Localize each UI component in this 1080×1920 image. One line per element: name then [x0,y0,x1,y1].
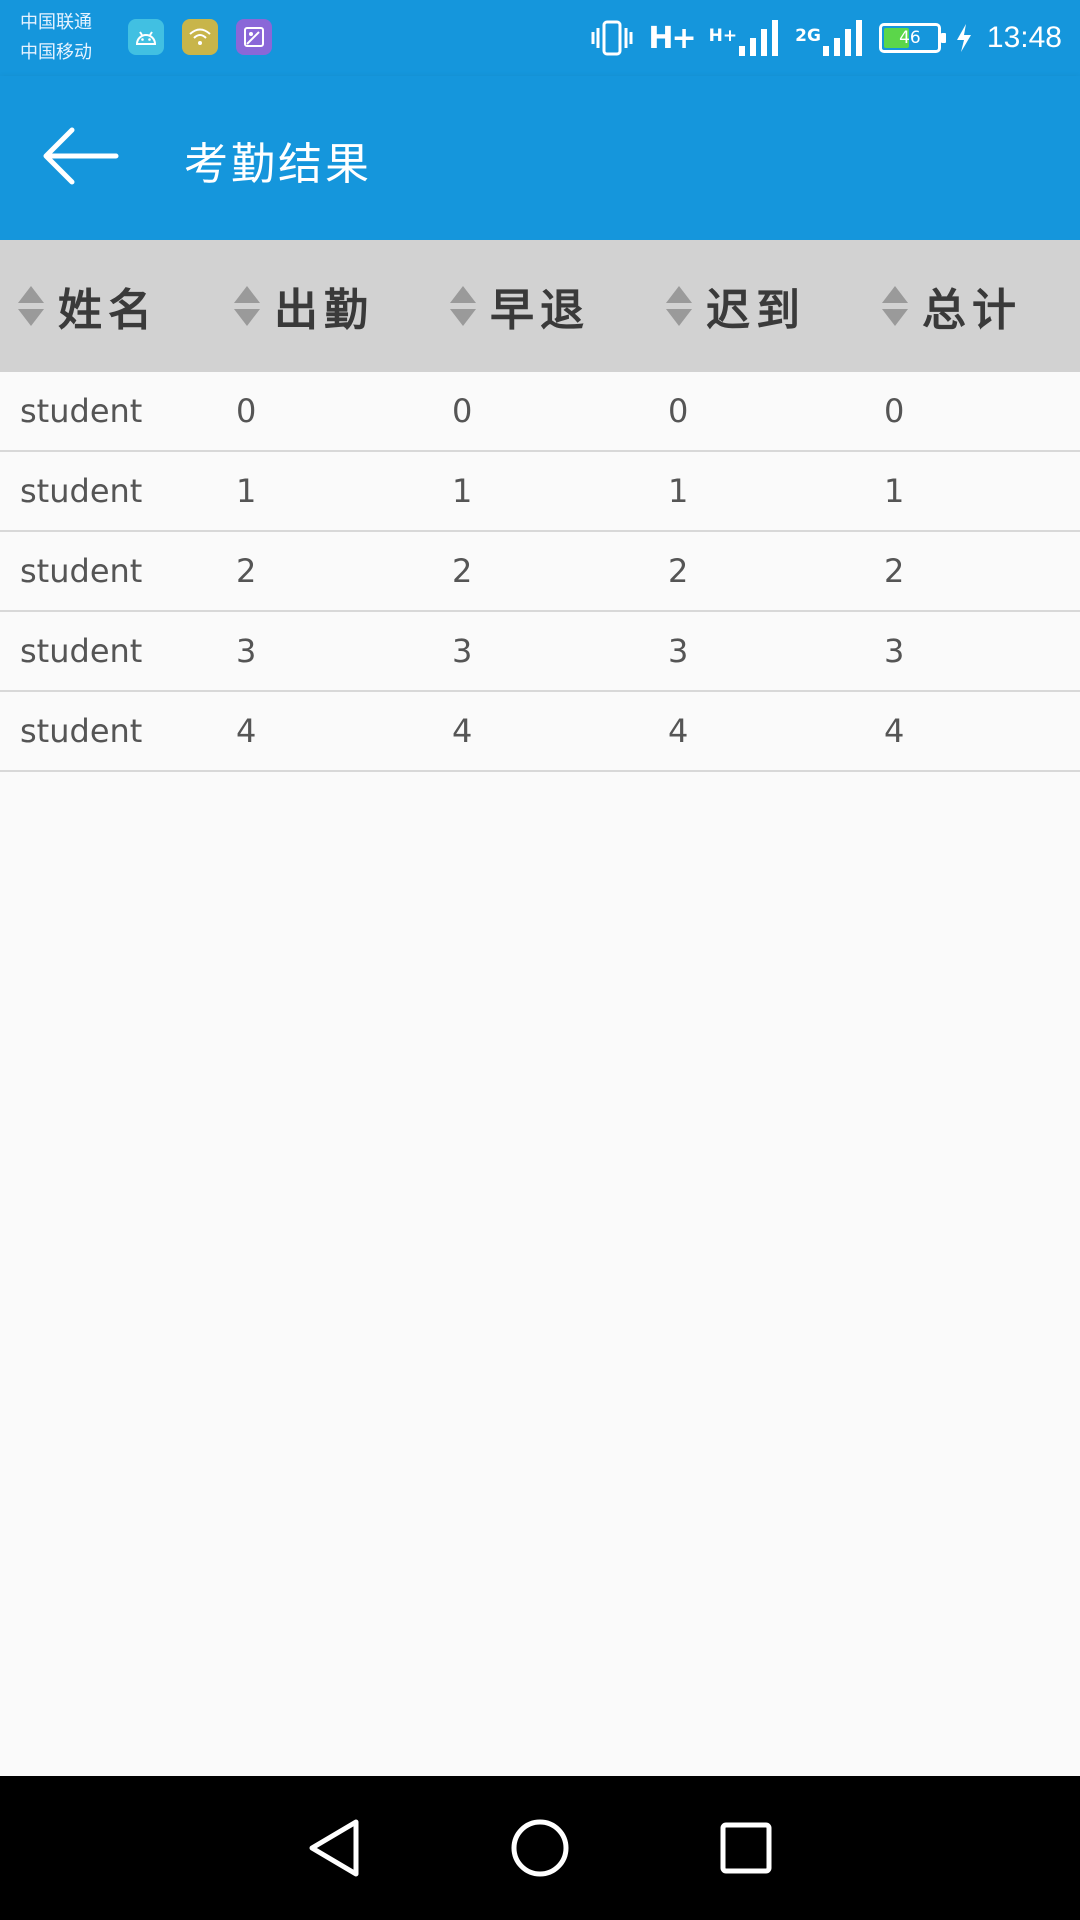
navigation-bar [0,1776,1080,1920]
cell-name: student [20,472,143,510]
wifi-icon [182,19,218,55]
cell-early-leave: 1 [452,472,473,510]
back-button[interactable] [30,114,130,198]
carrier-labels: 中国联通 中国移动 [20,8,92,68]
charging-icon [956,24,971,52]
cell-total: 4 [884,712,905,750]
android-icon [128,19,164,55]
column-header-early-leave[interactable]: 早退 [432,240,648,372]
status-bar: 中国联通 中国移动 H+ H+ 2G 46 13:48 [0,0,1080,76]
cell-name: student [20,552,143,590]
cell-total: 2 [884,552,905,590]
signal-strength-icon-2 [822,20,862,56]
cell-total: 1 [884,472,905,510]
carrier-1: 中国联通 [20,12,92,33]
cell-attendance: 3 [236,632,257,670]
cell-attendance: 1 [236,472,257,510]
column-header-name[interactable]: 姓名 [0,240,216,372]
cell-total: 0 [884,392,905,430]
sort-icon [450,286,476,326]
circle-home-icon [511,1819,569,1877]
column-header-label: 出勤 [274,285,374,336]
table-row[interactable]: student 1 1 1 1 [0,452,1080,532]
table-row[interactable]: student 2 2 2 2 [0,532,1080,612]
cell-early-leave: 3 [452,632,473,670]
battery-icon: 46 [878,23,946,53]
status-right: H+ H+ 2G 46 13:48 [590,12,1062,64]
notification-icons [128,19,272,55]
cell-attendance: 2 [236,552,257,590]
square-recents-icon [720,1822,772,1874]
column-header-label: 总计 [922,285,1022,336]
clock: 13:48 [986,21,1062,54]
cell-early-leave: 4 [452,712,473,750]
cell-early-leave: 2 [452,552,473,590]
sort-icon [882,286,908,326]
signal-1: H+ [709,18,781,58]
signal-2: 2G [795,18,865,58]
table-row[interactable]: student 0 0 0 0 [0,372,1080,452]
sort-icon [666,286,692,326]
battery-level: 46 [899,28,921,48]
cell-name: student [20,392,143,430]
network-type-3: 2G [795,26,821,46]
screen: 中国联通 中国移动 H+ H+ 2G 46 13:48 考勤结果 姓名 出勤 早… [0,0,1080,1920]
triangle-back-icon [309,1819,359,1877]
column-header-label: 早退 [490,285,590,336]
vibrate-icon [591,20,633,56]
cell-attendance: 4 [236,712,257,750]
cell-late: 0 [668,392,689,430]
nav-recents-button[interactable] [714,1816,778,1880]
nav-home-button[interactable] [508,1816,572,1880]
gallery-icon [236,19,272,55]
cell-total: 3 [884,632,905,670]
carrier-2: 中国移动 [20,42,92,63]
cell-attendance: 0 [236,392,257,430]
arrow-left-icon [43,127,119,185]
table-row[interactable]: student 3 3 3 3 [0,612,1080,692]
column-header-label: 迟到 [706,285,806,336]
cell-late: 4 [668,712,689,750]
network-type-2: H+ [708,26,738,46]
table-row[interactable]: student 4 4 4 4 [0,692,1080,772]
cell-late: 2 [668,552,689,590]
sort-icon [18,286,44,326]
sort-icon [234,286,260,326]
cell-late: 1 [668,472,689,510]
app-bar: 考勤结果 [0,76,1080,240]
column-header-attendance[interactable]: 出勤 [216,240,432,372]
network-type-1: H+ [648,20,696,56]
column-header-total[interactable]: 总计 [864,240,1080,372]
signal-strength-icon-1 [739,20,779,56]
cell-name: student [20,712,143,750]
nav-back-button[interactable] [302,1816,366,1880]
column-header-label: 姓名 [58,285,158,336]
attendance-table: 姓名 出勤 早退 迟到 总计 student 0 0 0 0 student 1… [0,240,1080,772]
cell-early-leave: 0 [452,392,473,430]
cell-late: 3 [668,632,689,670]
table-header: 姓名 出勤 早退 迟到 总计 [0,240,1080,372]
page-title: 考勤结果 [184,139,372,190]
column-header-late[interactable]: 迟到 [648,240,864,372]
cell-name: student [20,632,143,670]
